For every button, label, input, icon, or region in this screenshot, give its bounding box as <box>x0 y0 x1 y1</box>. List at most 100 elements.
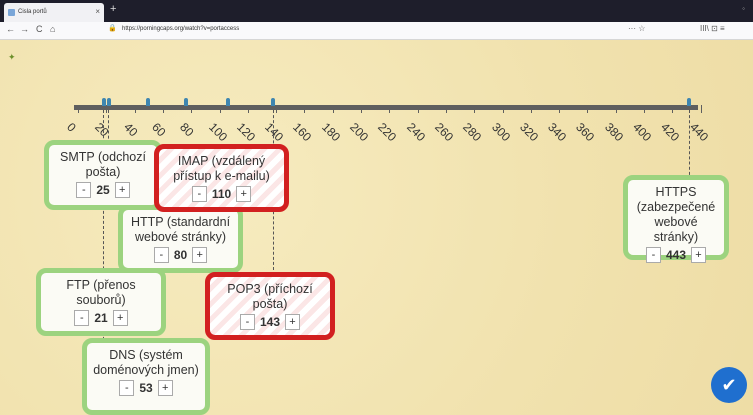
axis-tick-label: 400 <box>630 120 655 145</box>
toolbar-icons[interactable]: III\ ⊡ ≡ <box>700 24 725 33</box>
axis-tick-label: 360 <box>573 120 598 145</box>
marker-pin-pop3 <box>271 98 275 106</box>
check-answer-button[interactable]: ✔ <box>711 367 747 403</box>
axis-tick <box>530 105 532 113</box>
axis-tick-label: 380 <box>601 120 626 145</box>
decrement-button[interactable]: - <box>119 380 135 396</box>
marker-pin-https <box>687 98 691 106</box>
axis-tick-label: 140 <box>262 120 287 145</box>
increment-button[interactable]: + <box>157 380 173 396</box>
home-button[interactable]: ⌂ <box>50 24 55 34</box>
card-smtp[interactable]: SMTP (odchozí pošta) - 25 + <box>44 140 162 210</box>
axis-tick <box>162 105 164 113</box>
port-value: 53 <box>139 380 153 395</box>
axis-tick <box>191 105 193 113</box>
tab-title: Cisla portů <box>18 9 47 15</box>
axis-tick-label: 0 <box>64 120 79 135</box>
axis-tick-label: 160 <box>290 120 315 145</box>
axis-tick-label: 100 <box>205 120 230 145</box>
decrement-button[interactable]: - <box>74 310 90 326</box>
axis-tick-label: 280 <box>460 120 485 145</box>
increment-button[interactable]: + <box>236 186 252 202</box>
port-value: 25 <box>96 182 110 197</box>
marker-pin-ftp <box>102 98 106 106</box>
axis-tick-label: 180 <box>318 120 343 145</box>
axis-tick <box>219 105 221 113</box>
marker-pin-imap <box>226 98 230 106</box>
card-https[interactable]: HTTPS (zabezpečené webové stránky) - 443… <box>623 175 729 263</box>
value-stepper: - 53 + <box>119 380 173 396</box>
port-value: 143 <box>259 314 281 329</box>
axis-tick <box>78 105 79 113</box>
axis-tick-label: 440 <box>686 120 711 145</box>
new-tab-button[interactable]: + <box>110 3 116 15</box>
axis-tick <box>247 105 249 113</box>
axis-tick-label: 40 <box>120 120 141 140</box>
axis-tick-label: 240 <box>403 120 428 145</box>
value-stepper: - 80 + <box>153 247 208 263</box>
axis-tick <box>559 105 561 113</box>
axis-tick-label: 260 <box>431 120 457 145</box>
value-stepper: - 25 + <box>76 182 130 198</box>
card-dns[interactable]: DNS (systém doménových jmen) - 53 + <box>82 338 210 415</box>
connector-line-https <box>689 110 690 180</box>
window-controls-icon[interactable]: ◦ <box>742 4 745 13</box>
axis-tick <box>644 105 645 113</box>
increment-button[interactable]: + <box>114 182 130 198</box>
card-imap[interactable]: IMAP (vzdálený přístup k e-mailu) - 110 … <box>154 144 289 212</box>
axis-tick <box>700 105 702 113</box>
decrement-button[interactable]: - <box>76 182 92 198</box>
card-label: POP3 (příchozí pošta) <box>227 282 313 311</box>
axis-tick-label: 60 <box>148 120 169 140</box>
port-value: 80 <box>173 247 188 262</box>
tab-close-button[interactable]: × <box>95 7 100 16</box>
favicon-icon <box>8 9 15 16</box>
value-stepper: - 110 + <box>191 186 252 202</box>
port-value: 443 <box>665 247 687 262</box>
axis-tick <box>389 105 391 113</box>
decrement-button[interactable]: - <box>239 314 255 330</box>
axis-tick-label: 420 <box>658 120 683 145</box>
axis-tick <box>304 105 306 113</box>
card-label: DNS (systém doménových jmen) <box>93 348 199 377</box>
decrement-button[interactable]: - <box>645 247 661 263</box>
marker-pin-smtp <box>107 98 111 106</box>
axis-tick <box>587 105 589 113</box>
card-http[interactable]: HTTP (standardní webové stránky) - 80 + <box>118 205 243 273</box>
decrement-button[interactable]: - <box>191 186 207 202</box>
browser-tabbar: Cisla portů × + ◦ <box>0 0 753 22</box>
activity-area: ✦ 0 20 40 60 80 100 120 140 160 180 200 220 240 260 28… <box>0 40 753 415</box>
axis-tick <box>417 105 419 113</box>
axis-tick-label: 220 <box>375 120 400 145</box>
decrement-button[interactable]: - <box>153 247 169 263</box>
increment-button[interactable]: + <box>112 310 128 326</box>
increment-button[interactable]: + <box>192 247 208 263</box>
back-button[interactable]: ← <box>6 24 15 34</box>
lock-icon: 🔒 <box>108 25 117 32</box>
axis-tick-label: 80 <box>177 120 197 140</box>
axis-tick <box>134 105 136 113</box>
increment-button[interactable]: + <box>691 247 707 263</box>
value-stepper: - 21 + <box>74 310 128 326</box>
axis-tick <box>672 105 674 113</box>
axis-tick-label: 120 <box>233 120 258 145</box>
browser-tab[interactable]: Cisla portů × <box>4 3 104 22</box>
card-pop3[interactable]: POP3 (příchozí pošta) - 143 + <box>205 272 335 340</box>
url-field[interactable]: https://porningcaps.org/watch?v=portacce… <box>122 26 239 32</box>
check-circle-icon: ✔ <box>721 375 737 395</box>
number-line <box>74 105 698 110</box>
marker-pin-http <box>184 98 188 106</box>
forward-button[interactable]: → <box>20 24 29 34</box>
card-label: FTP (přenos souborů) <box>66 278 136 307</box>
card-ftp[interactable]: FTP (přenos souborů) - 21 + <box>36 268 166 336</box>
card-label: HTTP (standardní webové stránky) <box>130 215 231 244</box>
browser-navbar: ← → C ⌂ 🔒 https://porningcaps.org/watch?… <box>0 22 753 40</box>
port-value: 110 <box>211 186 232 201</box>
value-stepper: - 443 + <box>645 247 707 263</box>
axis-tick <box>474 105 476 113</box>
marker-pin-dns <box>146 98 150 106</box>
axis-tick-label: 300 <box>488 120 513 145</box>
reload-button[interactable]: C <box>36 24 43 34</box>
page-actions-icon[interactable]: ··· ☆ <box>628 24 645 33</box>
increment-button[interactable]: + <box>285 314 301 330</box>
